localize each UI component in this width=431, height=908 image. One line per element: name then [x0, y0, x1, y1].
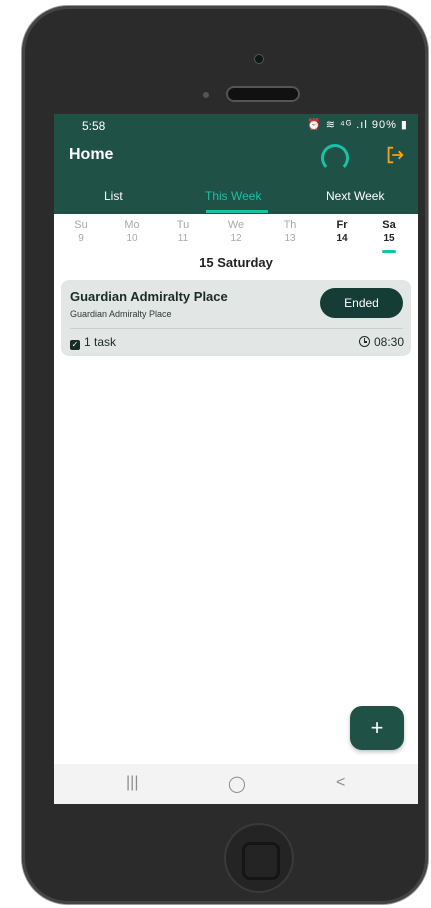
day-name: Th	[283, 219, 297, 231]
sync-spinner-icon[interactable]	[321, 144, 349, 172]
day-thursday[interactable]: Th 13	[274, 218, 306, 246]
date-heading: 15 Saturday	[199, 255, 273, 270]
day-saturday[interactable]: Sa 15	[373, 218, 405, 246]
day-wednesday[interactable]: We 12	[220, 218, 252, 246]
add-button[interactable]: +	[350, 706, 404, 750]
task-count: ✓ 1 task	[70, 335, 116, 350]
day-number: 13	[284, 233, 296, 244]
proximity-sensor	[203, 92, 209, 98]
app-bar: Home	[54, 138, 418, 178]
event-title: Guardian Admiralty Place	[70, 289, 228, 304]
day-name: Fr	[336, 219, 348, 231]
recent-apps-icon[interactable]: |||	[126, 774, 138, 792]
event-status-button[interactable]: Ended	[320, 288, 403, 318]
front-camera	[254, 54, 264, 64]
event-subtitle: Guardian Admiralty Place	[70, 309, 172, 319]
day-number: 10	[126, 233, 138, 244]
day-sunday[interactable]: Su 9	[65, 218, 97, 246]
day-name: Sa	[382, 219, 396, 231]
event-time-label: 08:30	[373, 335, 404, 349]
tab-this-week[interactable]: This Week	[205, 189, 261, 203]
card-divider	[70, 328, 403, 329]
day-monday[interactable]: Mo 10	[116, 218, 148, 246]
day-name: Mo	[124, 219, 140, 231]
event-time: 08:30	[358, 335, 404, 349]
day-number: 15	[383, 233, 395, 244]
day-number: 14	[336, 233, 348, 244]
event-card[interactable]: Guardian Admiralty Place Guardian Admira…	[61, 280, 411, 356]
app-screen: 5:58 ⏰ ≋ ⁴ᴳ .ıl 90% ▮ Home List This Wee…	[54, 114, 418, 804]
logout-icon[interactable]	[384, 144, 406, 166]
status-bar: 5:58 ⏰ ≋ ⁴ᴳ .ıl 90% ▮	[54, 114, 418, 138]
day-friday[interactable]: Fr 14	[326, 218, 358, 246]
active-tab-indicator	[206, 210, 268, 213]
week-day-picker: Su 9 Mo 10 Tu 11 We 12 Th 13 Fr 14 Sa 15	[54, 214, 418, 254]
clock-icon	[358, 336, 370, 347]
tab-list[interactable]: List	[104, 189, 123, 203]
system-nav-bar: ||| ◯ <	[54, 764, 418, 804]
status-icons: ⏰ ≋ ⁴ᴳ .ıl 90% ▮	[306, 119, 408, 131]
selected-day-indicator	[382, 250, 396, 253]
checkbox-icon: ✓	[70, 340, 80, 350]
status-time: 5:58	[82, 119, 106, 133]
tab-bar: List This Week Next Week	[54, 178, 418, 214]
day-name: Su	[74, 219, 88, 231]
day-name: We	[227, 219, 245, 231]
page-title: Home	[69, 146, 114, 163]
tab-next-week[interactable]: Next Week	[326, 189, 384, 203]
day-number: 12	[230, 233, 242, 244]
day-number: 9	[78, 233, 84, 244]
day-name: Tu	[176, 219, 190, 231]
task-count-label: 1 task	[84, 335, 117, 349]
home-button-icon	[242, 842, 280, 880]
back-icon[interactable]: <	[336, 774, 345, 792]
day-tuesday[interactable]: Tu 11	[167, 218, 199, 246]
home-nav-icon[interactable]: ◯	[228, 774, 246, 794]
day-number: 11	[177, 233, 189, 244]
earpiece-speaker	[226, 86, 300, 102]
